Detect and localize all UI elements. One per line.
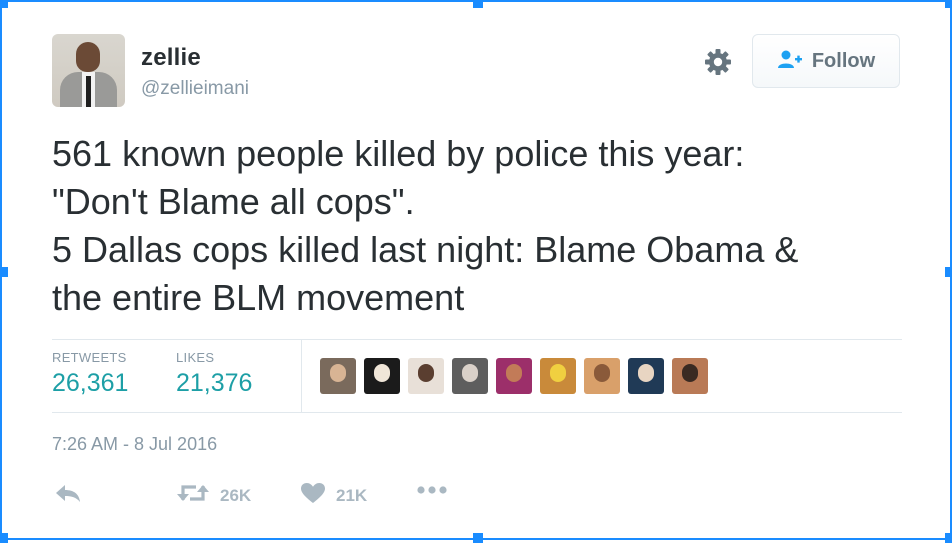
tweet-text-line: 5 Dallas cops killed last night: Blame O… xyxy=(52,229,799,270)
likes-label: LIKES xyxy=(176,350,215,365)
likes-stat[interactable]: LIKES 21,376 xyxy=(176,350,252,398)
retweets-label: RETWEETS xyxy=(52,350,127,365)
liker-avatar-face xyxy=(550,364,566,382)
follow-button[interactable]: Follow xyxy=(752,34,900,88)
resize-handle-bottom-middle[interactable] xyxy=(473,533,483,543)
tweet-text-line: "Don't Blame all cops". xyxy=(52,181,415,222)
resize-handle-top-middle[interactable] xyxy=(473,0,483,8)
stats-divider xyxy=(301,340,302,412)
liker-avatars xyxy=(320,358,708,394)
liker-avatar-face xyxy=(330,364,346,382)
retweets-stat[interactable]: RETWEETS 26,361 xyxy=(52,350,128,398)
more-button[interactable] xyxy=(416,482,448,500)
resize-handle-top-right[interactable] xyxy=(945,0,952,8)
tweet-text-line: 561 known people killed by police this y… xyxy=(52,133,745,174)
heart-icon xyxy=(300,482,326,509)
avatar-tie xyxy=(86,76,91,107)
tweet-actions: 26K 21K xyxy=(52,482,902,512)
liker-avatar[interactable] xyxy=(364,358,400,394)
resize-handle-top-left[interactable] xyxy=(0,0,8,8)
retweet-count: 26K xyxy=(220,485,252,505)
retweets-value: 26,361 xyxy=(52,369,129,397)
retweet-icon xyxy=(176,482,210,509)
liker-avatar-face xyxy=(506,364,522,382)
resize-handle-middle-right[interactable] xyxy=(945,267,952,277)
liker-avatar[interactable] xyxy=(320,358,356,394)
liker-avatar[interactable] xyxy=(672,358,708,394)
display-name[interactable]: zellie xyxy=(141,44,201,72)
resize-handle-middle-left[interactable] xyxy=(0,267,8,277)
liker-avatar-face xyxy=(682,364,698,382)
tweet-text-line: the entire BLM movement xyxy=(52,277,465,318)
avatar[interactable] xyxy=(52,34,125,107)
avatar-head xyxy=(76,42,100,72)
like-count: 21K xyxy=(336,485,368,505)
tweet-text: 561 known people killed by police this y… xyxy=(52,130,902,322)
reply-button[interactable] xyxy=(54,482,82,509)
resize-handle-bottom-right[interactable] xyxy=(945,533,952,543)
liker-avatar[interactable] xyxy=(628,358,664,394)
liker-avatar[interactable] xyxy=(408,358,444,394)
user-handle[interactable]: @zellieimani xyxy=(141,78,249,100)
follow-label: Follow xyxy=(811,49,876,72)
like-button[interactable]: 21K xyxy=(300,482,367,509)
liker-avatar[interactable] xyxy=(452,358,488,394)
retweet-button[interactable]: 26K xyxy=(176,482,251,509)
gear-icon[interactable] xyxy=(702,46,734,78)
liker-avatar[interactable] xyxy=(584,358,620,394)
liker-avatar-face xyxy=(462,364,478,382)
resize-handle-bottom-left[interactable] xyxy=(0,533,8,543)
add-user-icon xyxy=(777,49,803,74)
reply-icon xyxy=(54,482,82,509)
tweet-stats: RETWEETS 26,361 LIKES 21,376 xyxy=(52,339,902,413)
liker-avatar-face xyxy=(418,364,434,382)
more-dots-icon xyxy=(416,482,448,500)
tweet-timestamp[interactable]: 7:26 AM - 8 Jul 2016 xyxy=(52,434,217,455)
liker-avatar-face xyxy=(374,364,390,382)
likes-value: 21,376 xyxy=(176,369,253,397)
liker-avatar[interactable] xyxy=(496,358,532,394)
liker-avatar-face xyxy=(638,364,654,382)
liker-avatar[interactable] xyxy=(540,358,576,394)
liker-avatar-face xyxy=(594,364,610,382)
